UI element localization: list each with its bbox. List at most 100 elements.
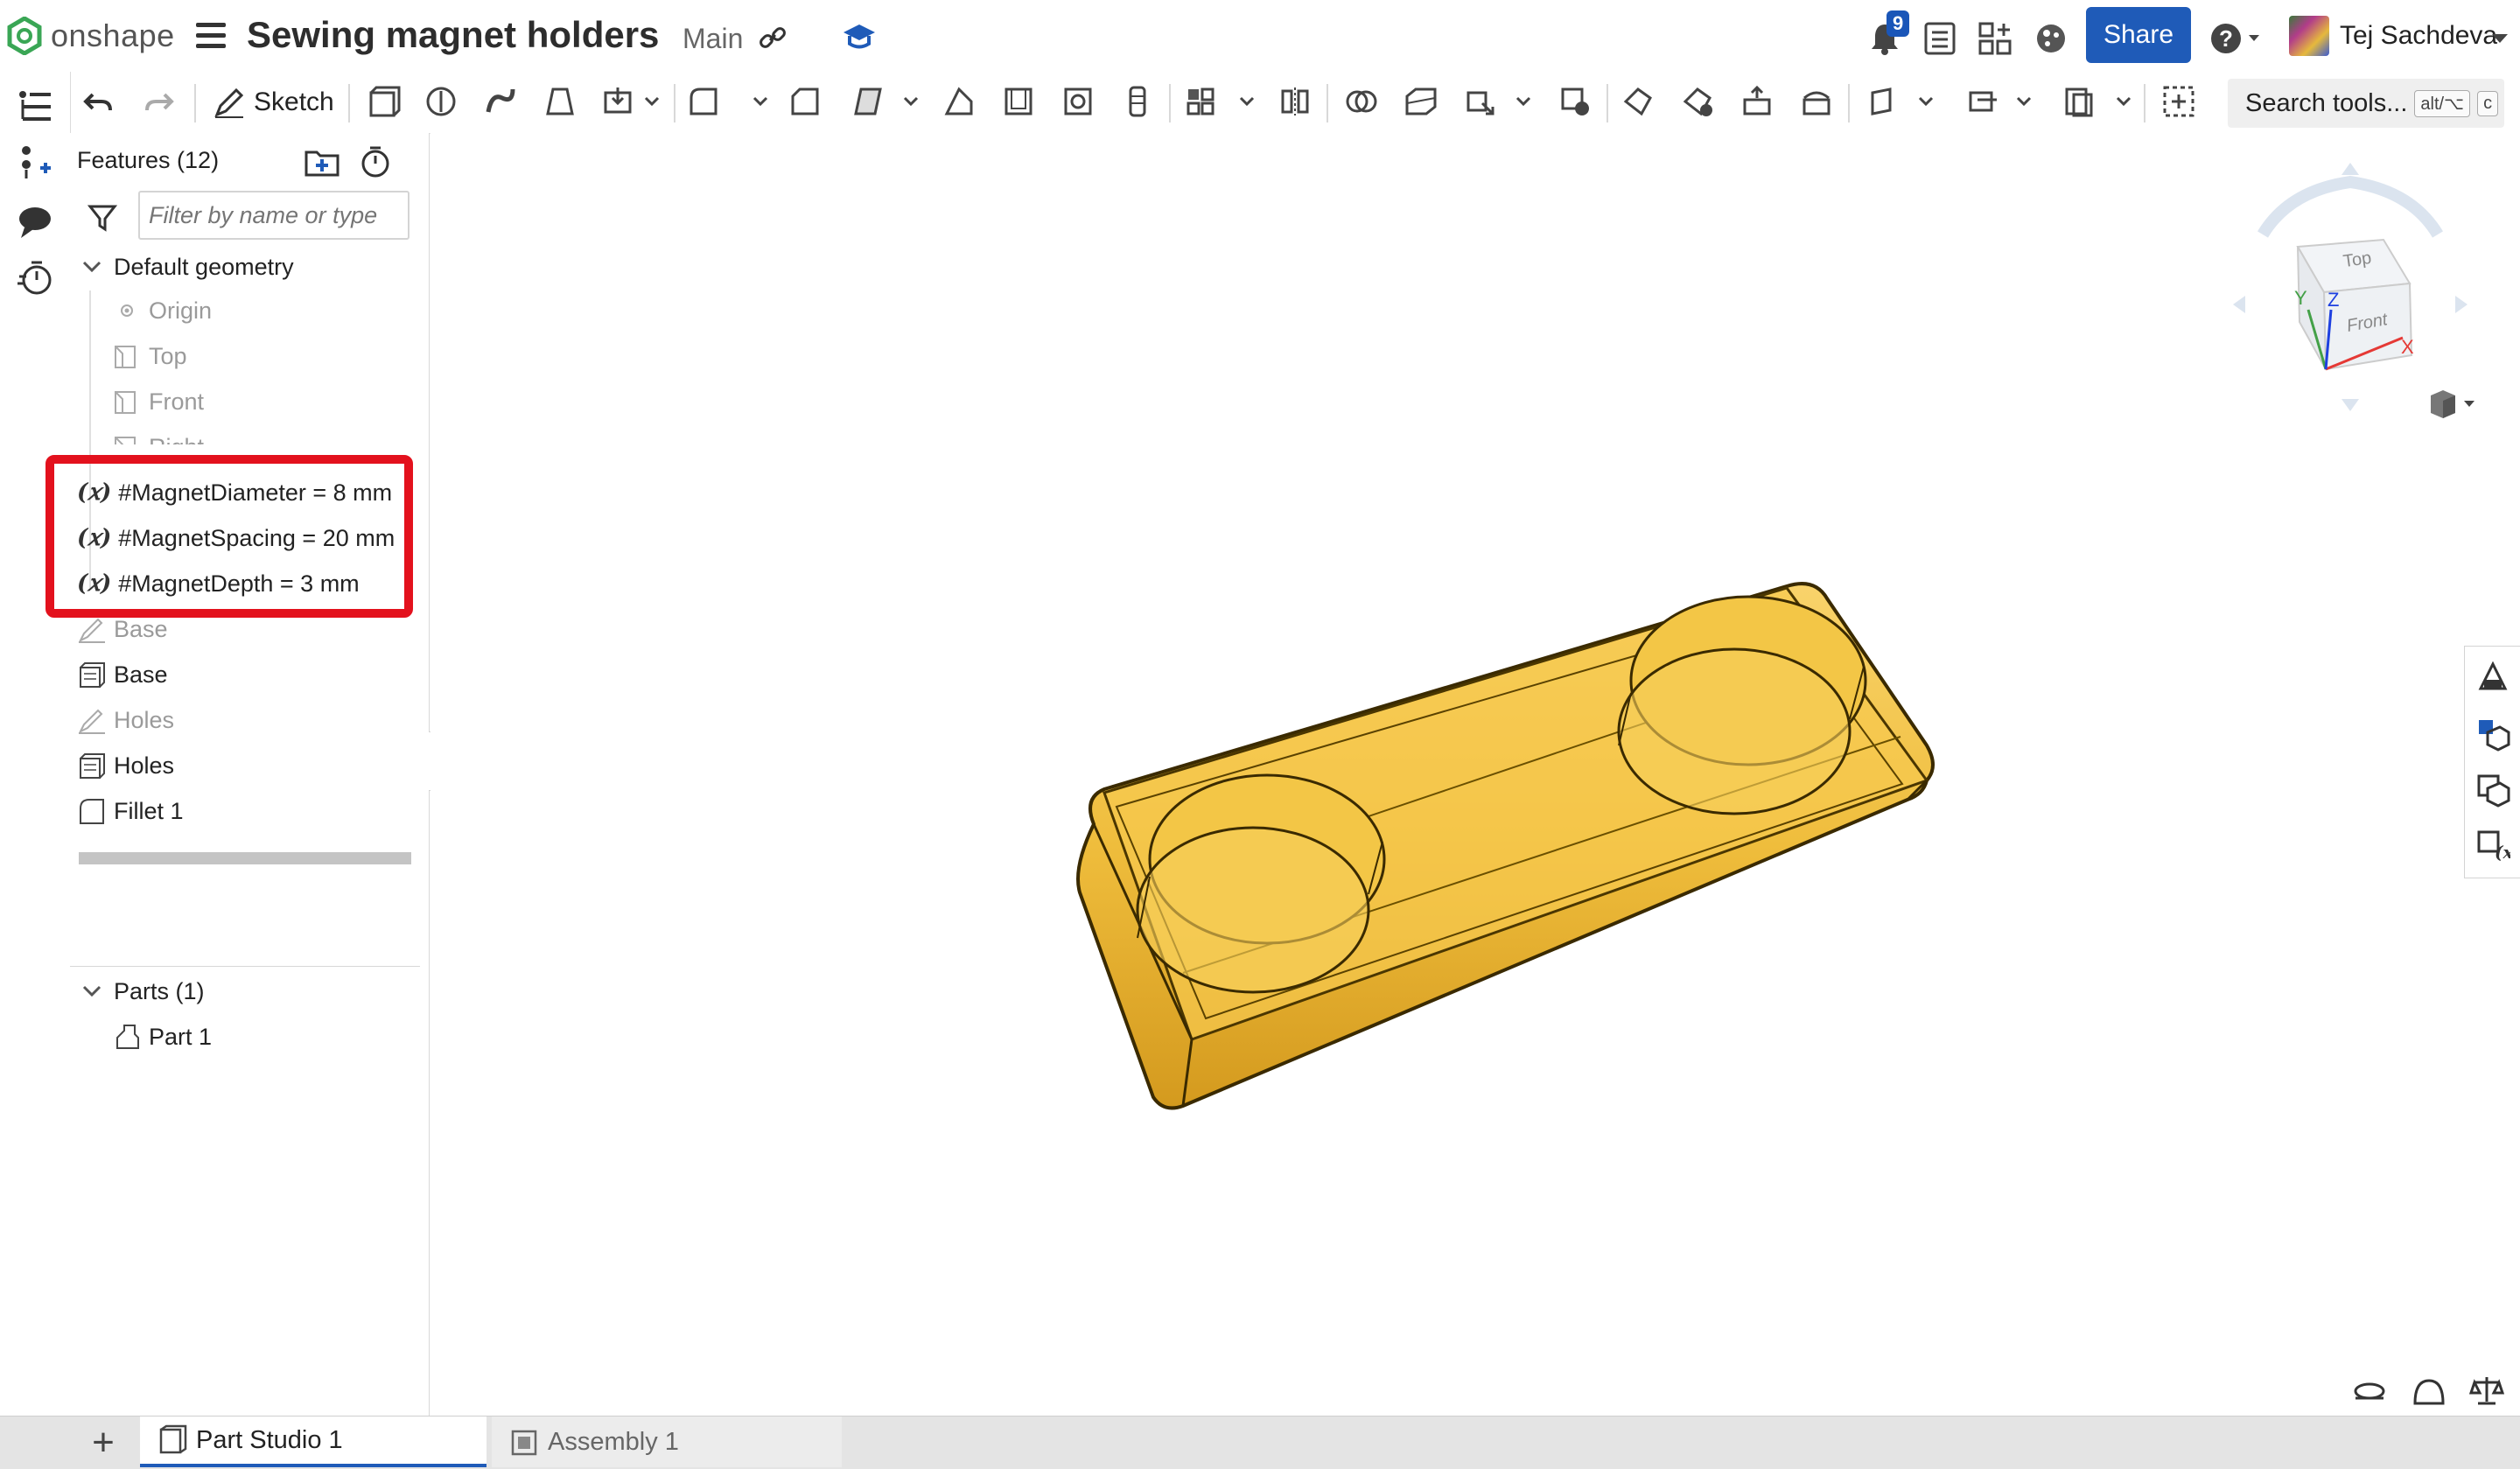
extrude-tool-icon[interactable] <box>366 84 401 119</box>
delete-face-tool-icon[interactable] <box>1680 84 1715 119</box>
sweep-tool-icon[interactable] <box>483 84 518 119</box>
feature-item-right-plane[interactable]: Right <box>112 427 204 444</box>
sketch-button[interactable]: Sketch <box>212 84 334 121</box>
parts-title: Parts (1) <box>114 977 205 1004</box>
branch-label[interactable]: Main <box>682 23 743 55</box>
feature-item-origin[interactable]: Origin <box>112 290 212 331</box>
revolve-tool-icon[interactable] <box>424 84 458 119</box>
magnet-holder-part[interactable] <box>1060 483 1970 1130</box>
dropdown-chevron-icon[interactable] <box>642 84 662 119</box>
thicken-tool-icon[interactable] <box>600 84 635 119</box>
tab-part-studio-1[interactable]: Part Studio 1 <box>140 1417 486 1467</box>
view-cube[interactable]: Top Front X Y Z <box>2228 156 2473 418</box>
dropdown-chevron-icon[interactable] <box>1514 84 1533 119</box>
feature-item-fillet[interactable]: Fillet 1 <box>77 791 184 831</box>
search-tools-button[interactable]: Search tools... alt/⌥ c <box>2228 79 2504 128</box>
dropdown-chevron-icon[interactable] <box>751 84 770 119</box>
feature-toolbar: Sketch Search tools... alt/⌥ c <box>0 72 2520 134</box>
feature-filter-input[interactable] <box>140 192 408 238</box>
dropdown-chevron-icon[interactable] <box>901 84 920 119</box>
frames-tool-icon[interactable] <box>2062 84 2096 119</box>
user-avatar[interactable] <box>2289 16 2329 56</box>
history-timer-icon[interactable] <box>16 259 54 297</box>
shell-tool-icon[interactable] <box>1001 84 1036 119</box>
graphics-viewport[interactable]: Top Front X Y Z <box>430 133 2520 1416</box>
plane-tool-icon[interactable] <box>1867 84 1902 119</box>
tab-assembly-1[interactable]: Assembly 1 <box>492 1417 842 1467</box>
appearance-panel-icon[interactable] <box>2475 659 2510 694</box>
hole-tool-icon[interactable] <box>1060 84 1096 119</box>
rib-tool-icon[interactable] <box>942 84 976 119</box>
rollback-timer-icon[interactable] <box>359 145 392 178</box>
mirror-tool-icon[interactable] <box>1278 84 1312 119</box>
learning-center-icon[interactable] <box>842 21 877 51</box>
link-icon[interactable] <box>758 23 788 52</box>
feature-item-label: Top <box>149 342 187 369</box>
feature-item-holes-sketch[interactable]: Holes <box>77 700 174 740</box>
variables-panel-icon[interactable]: (x) <box>2475 829 2510 864</box>
dropdown-chevron-icon[interactable] <box>2014 84 2034 119</box>
feature-item-front-plane[interactable]: Front <box>112 381 204 422</box>
feature-item-label: Front <box>149 388 205 415</box>
share-button[interactable]: Share <box>2086 7 2191 63</box>
chevron-down-icon[interactable] <box>77 252 107 282</box>
app-store-icon[interactable] <box>1978 21 2012 56</box>
configurations-panel-icon[interactable] <box>2475 773 2510 808</box>
part-studio-icon <box>159 1424 187 1454</box>
view-options-cube-icon[interactable] <box>2426 387 2478 422</box>
chevron-down-icon[interactable] <box>77 976 107 1006</box>
view-cube-top-label[interactable]: Top <box>2342 248 2373 272</box>
boolean-tool-icon[interactable] <box>1344 84 1379 119</box>
extrude-icon <box>80 753 105 779</box>
feature-filter-field[interactable] <box>138 191 410 240</box>
svg-text:(x): (x) <box>2495 842 2510 863</box>
help-icon[interactable]: ? <box>2208 21 2264 56</box>
feature-item-top-plane[interactable]: Top <box>112 336 187 376</box>
loft-tool-icon[interactable] <box>542 84 578 119</box>
plane-icon <box>115 391 136 414</box>
dropdown-chevron-icon[interactable] <box>2114 84 2133 119</box>
add-folder-icon[interactable] <box>304 147 340 177</box>
insert-feature-icon[interactable] <box>16 143 54 182</box>
document-title[interactable]: Sewing magnet holders <box>247 14 659 56</box>
dropdown-chevron-icon[interactable] <box>1916 84 1936 119</box>
fillet-tool-icon[interactable] <box>686 84 721 119</box>
rollback-bar[interactable] <box>79 852 411 864</box>
redo-icon[interactable] <box>142 84 177 119</box>
tasks-list-icon[interactable] <box>1923 21 1956 56</box>
modify-fillet-tool-icon[interactable] <box>1620 84 1656 119</box>
mass-properties-icon[interactable] <box>2469 1374 2504 1407</box>
feature-item-holes-extrude[interactable]: Holes <box>77 745 174 786</box>
add-tab-button[interactable]: + <box>70 1417 136 1469</box>
main-menu-button[interactable] <box>196 23 226 49</box>
replace-face-tool-icon[interactable] <box>1799 84 1834 119</box>
measure-tool-icon[interactable] <box>2412 1375 2446 1407</box>
transform-tool-icon[interactable] <box>1463 84 1498 119</box>
part-item[interactable]: Part 1 <box>112 1017 212 1057</box>
bom-panel-icon[interactable] <box>2475 717 2510 752</box>
render-studio-icon[interactable] <box>2034 21 2068 56</box>
feature-list-icon[interactable] <box>16 87 54 126</box>
comments-icon[interactable] <box>16 203 54 241</box>
filter-funnel-icon[interactable] <box>88 203 117 233</box>
undo-icon[interactable] <box>80 84 116 119</box>
feature-item-base-extrude[interactable]: Base <box>77 654 168 695</box>
chamfer-tool-icon[interactable] <box>788 84 822 119</box>
draft-tool-icon[interactable] <box>850 84 886 119</box>
sheet-metal-tool-icon[interactable] <box>1965 84 2000 119</box>
user-menu-chevron-icon[interactable] <box>2490 31 2510 45</box>
move-face-tool-icon[interactable] <box>1740 84 1774 119</box>
dropdown-chevron-icon[interactable] <box>1237 84 1256 119</box>
pattern-tool-icon[interactable] <box>1183 84 1218 119</box>
default-geometry-group[interactable]: Default geometry <box>77 247 294 287</box>
delete-part-tool-icon[interactable] <box>1558 84 1592 119</box>
parts-group[interactable]: Parts (1) <box>77 971 205 1011</box>
onshape-logo[interactable]: onshape <box>7 16 175 56</box>
tab-bar: + Part Studio 1 Assembly 1 <box>0 1416 2520 1469</box>
split-tool-icon[interactable] <box>1404 84 1438 119</box>
section-view-icon[interactable] <box>2352 1375 2387 1407</box>
thread-tool-icon[interactable] <box>1120 84 1155 119</box>
axis-x-label: X <box>2401 336 2414 358</box>
user-name[interactable]: Tej Sachdeva <box>2340 21 2497 51</box>
add-custom-feature-icon[interactable] <box>2161 84 2196 119</box>
